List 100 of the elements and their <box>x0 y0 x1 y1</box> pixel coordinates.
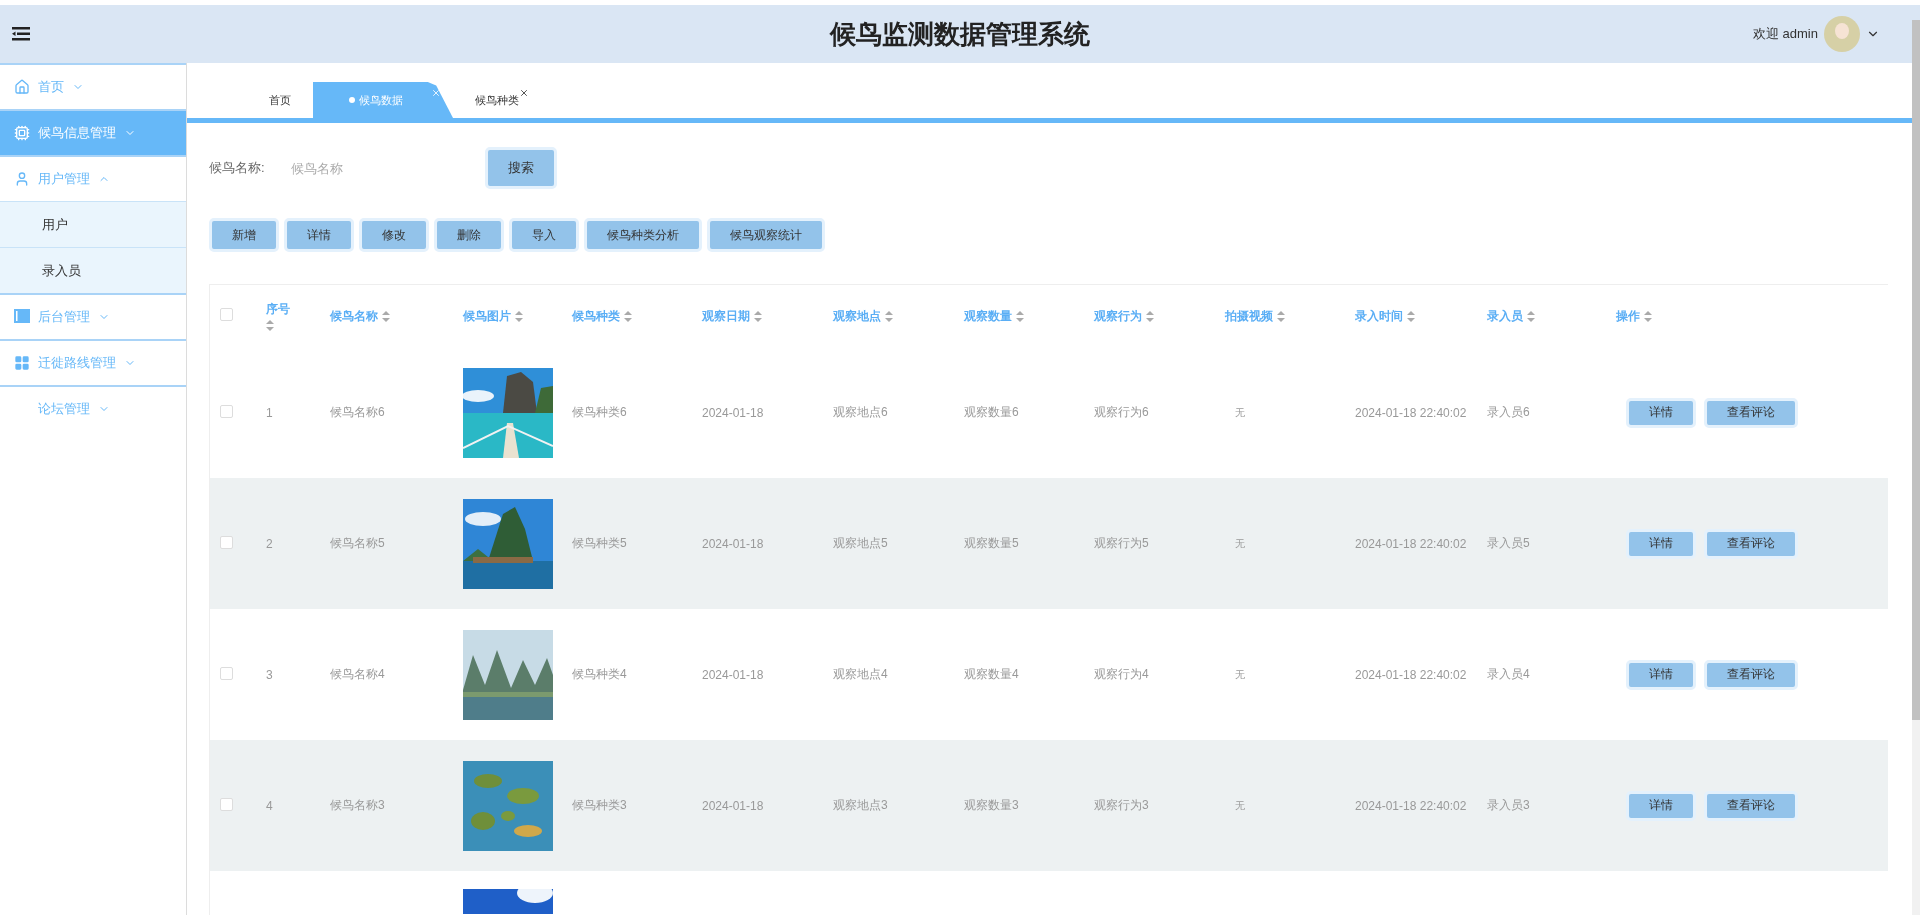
table-cell: 候鸟名称6 <box>330 405 385 419</box>
table-cell: 录入员5 <box>1487 536 1530 550</box>
table-cell: 观察数量6 <box>964 405 1019 419</box>
table-cell-text: 无 <box>1234 800 1245 811</box>
table-cell: 3 <box>266 667 273 682</box>
table-cell: 观察数量5 <box>964 536 1019 550</box>
tab[interactable]: 候鸟种类 <box>453 82 541 118</box>
chip-icon <box>14 125 30 141</box>
sort-icon[interactable] <box>1146 310 1154 322</box>
welcome-text: 欢迎 admin <box>1752 25 1818 43</box>
table-cell: 候鸟种类6 <box>572 405 627 419</box>
app-title: 候鸟监测数据管理系统 <box>830 17 1090 51</box>
column-header: 观察日期 <box>702 307 750 325</box>
table-cell: 候鸟种类4 <box>572 667 627 681</box>
column-header: 序号 <box>266 301 290 318</box>
table-cell-text: 无 <box>1234 669 1245 680</box>
table-cell: 2024-01-18 <box>702 667 764 682</box>
table-cell: 2 <box>266 536 273 551</box>
table-cell: 4 <box>266 798 273 813</box>
column-header: 观察地点 <box>833 307 881 325</box>
menu-icon[interactable] <box>12 27 30 41</box>
action-button[interactable]: 候鸟种类分析 <box>584 218 702 252</box>
row-button[interactable]: 详情 <box>1626 528 1696 559</box>
checkbox[interactable] <box>220 535 233 549</box>
grid-icon <box>14 355 30 371</box>
sort-icon[interactable] <box>515 310 523 322</box>
column-header: 录入员 <box>1487 307 1523 325</box>
row-button[interactable]: 详情 <box>1626 790 1696 821</box>
sort-icon[interactable] <box>382 310 390 322</box>
action-button[interactable]: 新增 <box>209 218 279 252</box>
checkbox[interactable] <box>220 797 233 811</box>
sort-icon[interactable] <box>1527 310 1535 322</box>
table-cell: 候鸟名称3 <box>330 798 385 812</box>
table-cell: 2024-01-18 <box>702 536 764 551</box>
table-cell: 候鸟名称4 <box>330 667 385 681</box>
table-cell: 录入员4 <box>1487 667 1530 681</box>
table-cell: 观察地点3 <box>833 798 888 812</box>
row-button[interactable]: 查看评论 <box>1704 528 1798 559</box>
sort-icon[interactable] <box>1016 310 1024 322</box>
search-button[interactable]: 搜索 <box>485 147 557 189</box>
close-icon[interactable] <box>519 88 529 98</box>
checkbox[interactable] <box>220 404 233 418</box>
action-button[interactable]: 详情 <box>284 218 354 252</box>
table-cell: 2024-01-18 22:40:02 <box>1355 798 1467 813</box>
home-icon <box>14 79 30 95</box>
action-button[interactable]: 修改 <box>359 218 429 252</box>
table-cell: 2024-01-18 22:40:02 <box>1355 405 1467 420</box>
panel-icon <box>14 309 30 323</box>
table-cell: 观察数量3 <box>964 798 1019 812</box>
table-cell: 观察地点5 <box>833 536 888 550</box>
checkbox[interactable] <box>220 666 233 680</box>
row-button[interactable]: 详情 <box>1626 397 1696 428</box>
column-header: 观察行为 <box>1094 307 1142 325</box>
table-cell: 2024-01-18 <box>702 798 764 813</box>
sort-icon[interactable] <box>266 320 274 331</box>
table-cell: 录入员3 <box>1487 798 1530 812</box>
table-cell: 录入员6 <box>1487 405 1530 419</box>
sort-icon[interactable] <box>624 310 632 322</box>
column-header: 操作 <box>1616 307 1640 325</box>
table-cell: 2024-01-18 22:40:02 <box>1355 536 1467 551</box>
column-header: 候鸟名称 <box>330 307 378 325</box>
sort-icon[interactable] <box>754 310 762 322</box>
action-button[interactable]: 导入 <box>509 218 579 252</box>
table-cell: 2024-01-18 <box>702 405 764 420</box>
tab[interactable]: 首页 <box>247 82 313 118</box>
user-icon <box>14 171 30 187</box>
column-header: 拍摄视频 <box>1225 307 1273 325</box>
table-cell: 观察数量4 <box>964 667 1019 681</box>
sort-icon[interactable] <box>885 310 893 322</box>
sort-icon[interactable] <box>1407 310 1415 322</box>
column-header: 候鸟种类 <box>572 307 620 325</box>
search-field[interactable]: 候鸟名称 <box>289 159 485 177</box>
table-cell: 观察行为4 <box>1094 667 1149 681</box>
table-cell: 候鸟名称5 <box>330 536 385 550</box>
action-button[interactable]: 删除 <box>434 218 504 252</box>
row-button[interactable]: 详情 <box>1626 659 1696 690</box>
sort-icon[interactable] <box>1277 310 1285 322</box>
row-button[interactable]: 查看评论 <box>1704 790 1798 821</box>
action-button[interactable]: 候鸟观察统计 <box>707 218 825 252</box>
table-cell: 观察行为6 <box>1094 405 1149 419</box>
avatar[interactable] <box>1824 16 1860 52</box>
table-cell: 候鸟种类3 <box>572 798 627 812</box>
field-label: 候鸟名称: <box>209 159 266 177</box>
row-button[interactable]: 查看评论 <box>1704 397 1798 428</box>
checkbox[interactable] <box>220 308 233 321</box>
table-cell: 观察地点4 <box>833 667 888 681</box>
sort-icon[interactable] <box>1644 310 1652 322</box>
column-header: 录入时间 <box>1355 307 1403 325</box>
table-cell-text: 无 <box>1234 407 1245 418</box>
dot-icon <box>349 97 355 103</box>
sidebar-subitem[interactable]: 录入员 <box>0 247 186 293</box>
table-cell: 候鸟种类5 <box>572 536 627 550</box>
column-header: 候鸟图片 <box>463 307 511 325</box>
row-button[interactable]: 查看评论 <box>1704 659 1798 690</box>
table-cell: 观察行为5 <box>1094 536 1149 550</box>
table-cell: 2024-01-18 22:40:02 <box>1355 667 1467 682</box>
scrollbar[interactable] <box>1912 20 1920 915</box>
column-header: 观察数量 <box>964 307 1012 325</box>
table-cell-text: 无 <box>1234 538 1245 549</box>
sidebar-subitem[interactable]: 用户 <box>0 201 186 247</box>
